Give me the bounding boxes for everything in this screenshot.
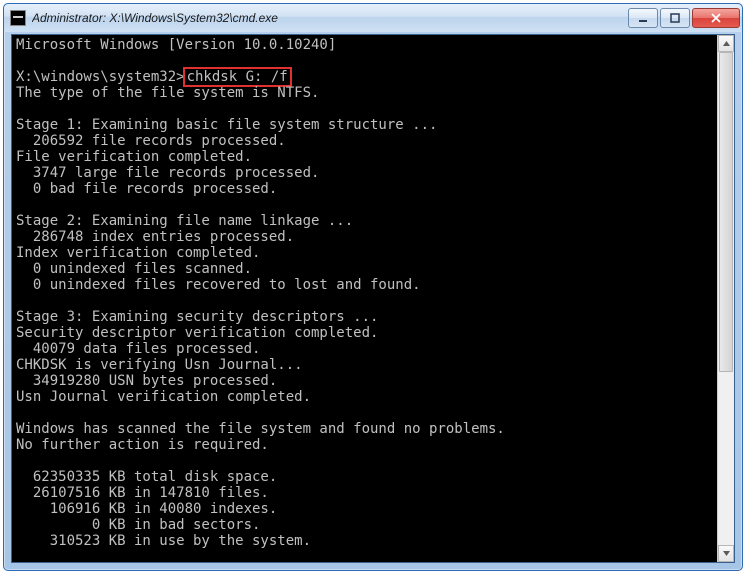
line-stats-3: 106916 KB in 40080 indexes. xyxy=(16,501,277,517)
highlighted-command: chkdsk G: /f xyxy=(183,67,292,87)
close-icon xyxy=(710,13,722,23)
line-stats-4: 0 KB in bad sectors. xyxy=(16,517,260,533)
line-summary-2: No further action is required. xyxy=(16,437,269,453)
scroll-track[interactable] xyxy=(718,52,734,545)
close-button[interactable] xyxy=(692,8,740,28)
vertical-scrollbar[interactable] xyxy=(717,35,734,562)
titlebar[interactable]: Administrator: X:\Windows\System32\cmd.e… xyxy=(4,4,742,32)
line-prompt: X:\windows\system32> xyxy=(16,69,185,85)
cmd-window: Administrator: X:\Windows\System32\cmd.e… xyxy=(3,3,743,571)
line-stats-2: 26107516 KB in 147810 files. xyxy=(16,485,269,501)
chevron-down-icon xyxy=(722,549,731,558)
line-stage2-4: 0 unindexed files recovered to lost and … xyxy=(16,277,421,293)
line-stage1-3: 3747 large file records processed. xyxy=(16,165,319,181)
line-stage3-2: 40079 data files processed. xyxy=(16,341,260,357)
line-stage2-3: 0 unindexed files scanned. xyxy=(16,261,252,277)
minimize-icon xyxy=(638,13,648,23)
line-stage1-4: 0 bad file records processed. xyxy=(16,181,277,197)
line-stats-1: 62350335 KB total disk space. xyxy=(16,469,277,485)
chevron-up-icon xyxy=(722,39,731,48)
line-stage1-2: File verification completed. xyxy=(16,149,252,165)
window-title: Administrator: X:\Windows\System32\cmd.e… xyxy=(32,11,626,25)
console-output[interactable]: Microsoft Windows [Version 10.0.10240] X… xyxy=(12,35,717,562)
line-stage3-4: 34919280 USN bytes processed. xyxy=(16,373,277,389)
line-stage1-title: Stage 1: Examining basic file system str… xyxy=(16,117,437,133)
scroll-thumb[interactable] xyxy=(719,52,733,372)
cmd-icon xyxy=(10,10,26,26)
window-controls xyxy=(626,8,740,28)
minimize-button[interactable] xyxy=(628,8,658,28)
maximize-icon xyxy=(670,13,680,23)
line-fstype: The type of the file system is NTFS. xyxy=(16,85,319,101)
line-summary-1: Windows has scanned the file system and … xyxy=(16,421,505,437)
line-stage2-title: Stage 2: Examining file name linkage ... xyxy=(16,213,353,229)
line-stage3-title: Stage 3: Examining security descriptors … xyxy=(16,309,378,325)
scroll-up-button[interactable] xyxy=(718,35,734,52)
line-stage3-1: Security descriptor verification complet… xyxy=(16,325,378,341)
line-stage2-2: Index verification completed. xyxy=(16,245,260,261)
line-stage1-1: 206592 file records processed. xyxy=(16,133,286,149)
line-stats-5: 310523 KB in use by the system. xyxy=(16,533,311,549)
line-stage2-1: 286748 index entries processed. xyxy=(16,229,294,245)
line-stage3-3: CHKDSK is verifying Usn Journal... xyxy=(16,357,303,373)
maximize-button[interactable] xyxy=(660,8,690,28)
line-stage3-5: Usn Journal verification completed. xyxy=(16,389,311,405)
line-version: Microsoft Windows [Version 10.0.10240] xyxy=(16,37,336,53)
client-area: Microsoft Windows [Version 10.0.10240] X… xyxy=(11,34,735,563)
scroll-down-button[interactable] xyxy=(718,545,734,562)
